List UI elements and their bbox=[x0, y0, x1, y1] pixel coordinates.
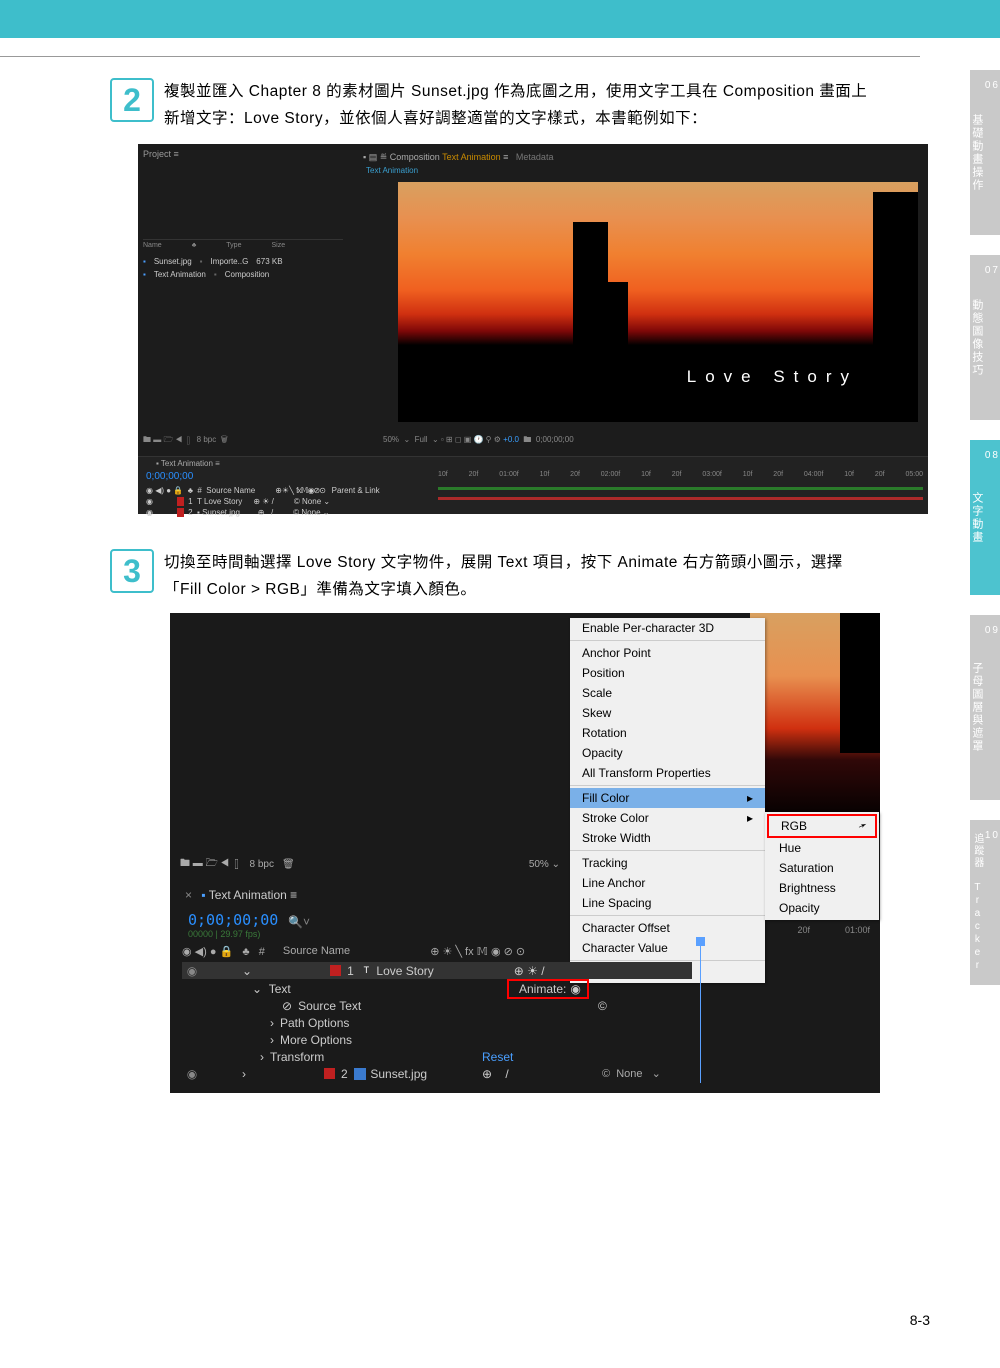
search-icon[interactable]: 🔍˅ bbox=[288, 915, 310, 929]
bpc-label: 8 bpc bbox=[250, 859, 274, 870]
more-options-row[interactable]: ›More Options bbox=[182, 1031, 692, 1048]
transform-row[interactable]: ›Transform Reset bbox=[182, 1048, 692, 1065]
file-sunset-type: Importe..G bbox=[211, 255, 249, 268]
composition-tab: ▪ ▤ ≝ Composition Text Animation ≡ Metad… bbox=[363, 152, 553, 163]
file-comp: Text Animation bbox=[154, 268, 206, 281]
menu-item[interactable]: All Transform Properties bbox=[570, 763, 765, 783]
silhouette-building bbox=[873, 192, 918, 352]
submenu-arrow-icon: ▸ bbox=[747, 791, 753, 805]
layer-2-row[interactable]: ◉ › 2 Sunset.jpg ⊕ / © None ⌄ bbox=[182, 1065, 692, 1082]
content-area: 2 複製並匯入 Chapter 8 的素材圖片 Sunset.jpg 作為底圖之… bbox=[0, 78, 922, 1093]
fps-label: 00000 | 29.97 fps) bbox=[188, 929, 260, 939]
play-arrow-icon: ◉ bbox=[570, 982, 580, 996]
silhouette-building bbox=[573, 222, 608, 352]
timeline-header: ◉ ◀) ● 🔒 ♣ # Source Name ⊕ ☀ ╲ fx 𝕄 ◉ ⊘ … bbox=[182, 945, 692, 958]
screenshot-2-animate-menu: Enable Per-character 3D Anchor Point Pos… bbox=[170, 613, 880, 1093]
preview-bg bbox=[750, 613, 880, 823]
page-number: 8-3 bbox=[910, 1312, 930, 1328]
source-text-row: ⊘ Source Text © bbox=[182, 997, 692, 1014]
side-tab-09[interactable]: 09子母圖層與遮罩 bbox=[970, 615, 1000, 800]
playhead[interactable] bbox=[700, 943, 701, 1083]
menu-item[interactable]: Position bbox=[570, 663, 765, 683]
step-2-number: 2 bbox=[110, 78, 154, 122]
stopwatch-icon[interactable]: ⊘ bbox=[282, 999, 292, 1013]
timeline-panel: ▪ Text Animation ≡ 0;00;00;00 ◉ ◀) ● 🔒 ♣… bbox=[138, 456, 928, 514]
zoom-dropdown[interactable]: 50% ⌄ bbox=[529, 859, 560, 870]
step-3-text: 切換至時間軸選擇 Love Story 文字物件，展開 Text 項目，按下 A… bbox=[164, 554, 843, 598]
icon-row: 🖿 ▬ 🗁 ◀ ▯ bbox=[180, 856, 242, 873]
timeline-ruler: 10f20f01:00f10f20f02:00f10f20f03:00f10f2… bbox=[438, 471, 923, 481]
col-size: Size bbox=[271, 242, 285, 249]
col-type: Type bbox=[226, 242, 241, 249]
top-teal-bar bbox=[0, 0, 1000, 38]
fill-color-submenu: RGB➛ Hue Saturation Brightness Opacity bbox=[765, 812, 879, 920]
layer-name: Love Story bbox=[376, 964, 433, 978]
menu-item[interactable]: Saturation bbox=[767, 858, 877, 878]
close-icon[interactable]: × bbox=[185, 888, 192, 902]
layer-bar-1 bbox=[438, 487, 923, 490]
menu-item[interactable]: Brightness bbox=[767, 878, 877, 898]
file-sunset-size: 673 KB bbox=[256, 255, 282, 268]
menu-item[interactable]: Enable Per-character 3D bbox=[570, 618, 765, 638]
reset-link[interactable]: Reset bbox=[482, 1050, 513, 1064]
image-layer-icon bbox=[354, 1068, 366, 1080]
step-2-block: 2 複製並匯入 Chapter 8 的素材圖片 Sunset.jpg 作為底圖之… bbox=[50, 78, 872, 132]
text-layer-icon: T bbox=[360, 965, 372, 977]
menu-item[interactable]: Tracking bbox=[570, 853, 765, 873]
layer-name: Sunset.jpg bbox=[370, 1067, 427, 1081]
trash-icon[interactable]: 🗑 bbox=[282, 859, 295, 870]
side-tab-10[interactable]: 10追蹤器 Tracker bbox=[970, 820, 1000, 985]
step-2-text: 複製並匯入 Chapter 8 的素材圖片 Sunset.jpg 作為底圖之用，… bbox=[164, 83, 867, 127]
project-panel: Project ≡ Name ♣ Type Size ▪ Sunset.jpg … bbox=[143, 149, 343, 279]
visibility-icon[interactable]: ◉ bbox=[182, 1067, 202, 1081]
timeline-tab[interactable]: × ▪ Text Animation ≡ bbox=[185, 888, 297, 902]
file-sunset: Sunset.jpg bbox=[154, 255, 192, 268]
preview-text-love-story: Love Story bbox=[687, 367, 858, 387]
menu-item[interactable]: Scale bbox=[570, 683, 765, 703]
menu-item[interactable]: Line Spacing bbox=[570, 893, 765, 913]
side-tab-08[interactable]: 08文字動畫 bbox=[970, 440, 1000, 595]
menu-item-rgb[interactable]: RGB➛ bbox=[767, 814, 877, 838]
menu-item[interactable]: Anchor Point bbox=[570, 643, 765, 663]
chapter-side-tabs: 06基礎動畫操作 07動態圖像技巧 08文字動畫 09子母圖層與遮罩 10追蹤器… bbox=[970, 70, 1000, 1005]
switch-column: ⊕ ☀ ╲ fx 𝕄 ◉ ⊘ ⊙ bbox=[430, 945, 525, 958]
menu-item[interactable]: Skew bbox=[570, 703, 765, 723]
side-tab-06[interactable]: 06基礎動畫操作 bbox=[970, 70, 1000, 235]
screenshot-1-ae-workspace: Project ≡ Name ♣ Type Size ▪ Sunset.jpg … bbox=[138, 144, 928, 514]
header-rule bbox=[0, 56, 920, 57]
footer-toolbar: 🖿 ▬ 🗁 ◀ ▯ 8 bpc 🗑 50% ⌄ bbox=[180, 853, 570, 875]
animate-context-menu: Enable Per-character 3D Anchor Point Pos… bbox=[570, 618, 765, 983]
menu-item[interactable]: Opacity bbox=[767, 898, 877, 918]
timecode-display[interactable]: 0;00;00;00 bbox=[188, 911, 278, 929]
path-options-row[interactable]: ›Path Options bbox=[182, 1014, 692, 1031]
timecode: 0;00;00;00 bbox=[146, 471, 193, 482]
text-property-row: ⌄ Text Animate: ◉ bbox=[182, 980, 692, 997]
menu-item[interactable]: Stroke Color▸ bbox=[570, 808, 765, 828]
silhouette-building bbox=[608, 282, 628, 352]
animate-button[interactable]: Animate: ◉ bbox=[507, 979, 589, 999]
side-tab-07[interactable]: 07動態圖像技巧 bbox=[970, 255, 1000, 420]
layer-bar-2 bbox=[438, 497, 923, 500]
footer-controls: 🖿 ▬ 🗁 ◀ ▯ 8 bpc 🗑 50% ⌄ Full ⌄ ▫ ⊞ ◻ ▣ 🕐… bbox=[143, 434, 923, 452]
menu-item[interactable]: Rotation bbox=[570, 723, 765, 743]
layer-1-row[interactable]: ◉ ⌄ 1 T Love Story ⊕ ☀ / bbox=[182, 962, 692, 979]
menu-item[interactable]: Hue bbox=[767, 838, 877, 858]
composition-breadcrumb: Text Animation bbox=[366, 166, 418, 175]
menu-item[interactable]: Opacity bbox=[570, 743, 765, 763]
file-comp-type: Composition bbox=[225, 268, 269, 281]
menu-item[interactable]: Stroke Width bbox=[570, 828, 765, 848]
menu-item-fill-color[interactable]: Fill Color▸ bbox=[570, 788, 765, 808]
menu-item[interactable]: Character Offset bbox=[570, 918, 765, 938]
project-panel-title: Project ≡ bbox=[143, 149, 179, 159]
preview-viewport: Love Story bbox=[398, 182, 918, 422]
submenu-arrow-icon: ▸ bbox=[747, 811, 753, 825]
menu-item[interactable]: Line Anchor bbox=[570, 873, 765, 893]
visibility-icon[interactable]: ◉ bbox=[182, 964, 202, 978]
cursor-icon: ➛ bbox=[855, 818, 869, 834]
step-3-number: 3 bbox=[110, 549, 154, 593]
step-3-block: 3 切換至時間軸選擇 Love Story 文字物件，展開 Text 項目，按下… bbox=[50, 549, 872, 603]
col-name: Name bbox=[143, 242, 162, 249]
timeline-ruler: 20f 01:00f bbox=[797, 925, 870, 935]
